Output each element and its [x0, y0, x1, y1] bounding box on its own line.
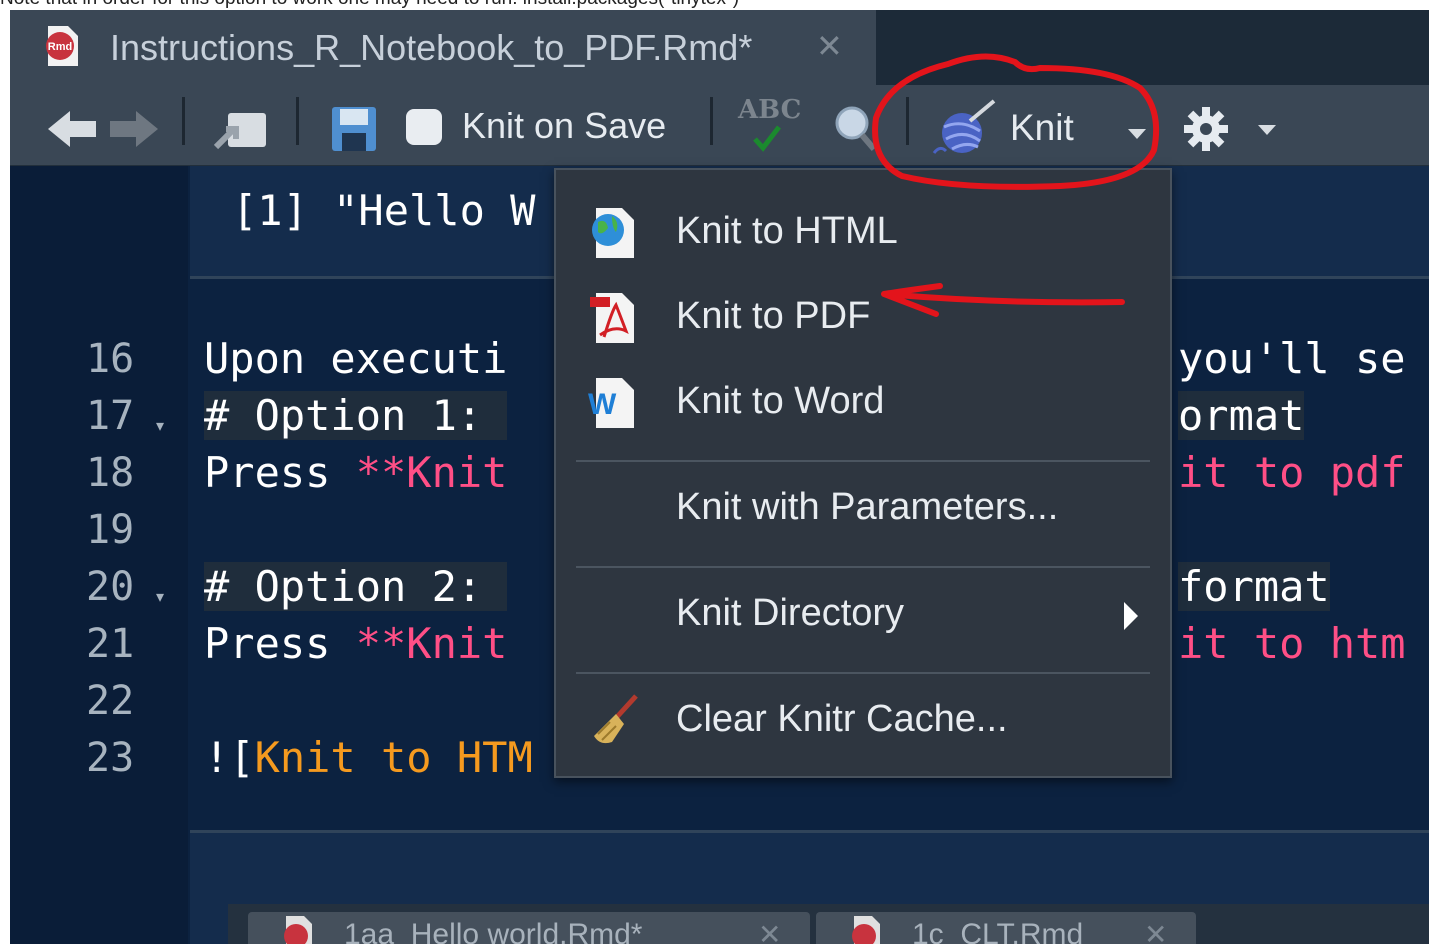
- tab-title: Instructions_R_Notebook_to_PDF.Rmd*: [110, 27, 753, 68]
- chevron-down-icon[interactable]: [1256, 123, 1278, 137]
- menu-item-label: Clear Knitr Cache...: [676, 698, 1008, 740]
- toolbar-separator: [710, 97, 713, 145]
- menu-item-label: Knit to PDF: [676, 295, 871, 337]
- editor-tabstrip: Rmd Instructions_R_Notebook_to_PDF.Rmd* …: [10, 10, 1429, 85]
- menu-separator: [576, 460, 1150, 462]
- line-number: 22: [86, 678, 135, 724]
- pdf-icon: [590, 293, 634, 343]
- chevron-down-icon[interactable]: [1126, 127, 1148, 141]
- broom-icon: [594, 694, 638, 744]
- rstudio-window: Rmd Instructions_R_Notebook_to_PDF.Rmd* …: [10, 10, 1429, 944]
- rmd-file-icon: Rmd: [46, 26, 78, 66]
- globe-icon: [592, 208, 634, 258]
- svg-text:W: W: [588, 388, 617, 421]
- find-replace-icon[interactable]: [834, 105, 878, 153]
- chevron-right-icon: [1124, 602, 1138, 630]
- line-number: 16: [86, 336, 135, 382]
- menu-separator: [576, 566, 1150, 568]
- code-line: Upon executi: [204, 334, 508, 383]
- menu-item-knit-to-html[interactable]: Knit to HTML: [556, 190, 1170, 274]
- code-line: Press **Knit: [204, 448, 507, 497]
- menu-item-clear-knitr-cache[interactable]: Clear Knitr Cache...: [556, 678, 1170, 762]
- checkmark-icon: [753, 125, 781, 152]
- line-number: 19: [86, 507, 135, 553]
- tab-label: 1c_CLT.Rmd: [912, 918, 1084, 944]
- code-token: ![: [204, 733, 255, 782]
- back-arrow-icon[interactable]: [44, 107, 100, 151]
- knit-label: Knit: [1010, 107, 1074, 148]
- svg-text:Rmd: Rmd: [48, 41, 72, 53]
- menu-item-label: Knit Directory: [676, 592, 905, 634]
- gear-icon[interactable]: [1182, 105, 1230, 153]
- menu-separator: [576, 672, 1150, 674]
- code-line: it to htm: [1178, 619, 1406, 668]
- code-line: ormat: [1178, 391, 1305, 440]
- code-token: Press: [204, 619, 356, 668]
- spellcheck-button[interactable]: ABC: [738, 95, 802, 155]
- menu-item-label: Knit to HTML: [676, 210, 898, 252]
- line-gutter: [10, 166, 188, 944]
- tab-label: 1aa_Hello world.Rmd*: [344, 918, 643, 944]
- show-in-window-icon[interactable]: [214, 105, 270, 153]
- line-number: 23: [86, 735, 135, 781]
- word-icon: W: [588, 378, 634, 428]
- bottom-tab-strip: 1aa_Hello world.Rmd* ✕ 1c_CLT.Rmd ✕: [228, 904, 1429, 944]
- menu-item-label: Knit with Parameters...: [676, 486, 1059, 528]
- code-line: it to pdf: [1178, 448, 1406, 497]
- tab-clt[interactable]: 1c_CLT.Rmd ✕: [816, 912, 1196, 944]
- line-number: 20: [86, 564, 135, 610]
- code-token: Knit to HTM: [254, 733, 533, 782]
- code-line: Press **Knit: [204, 619, 507, 668]
- code-line: # Option 1:: [204, 391, 508, 440]
- close-icon[interactable]: ✕: [816, 27, 843, 65]
- knit-on-save-checkbox[interactable]: [406, 109, 442, 145]
- menu-item-knit-directory[interactable]: Knit Directory: [556, 572, 1170, 656]
- line-number: 17: [86, 393, 135, 439]
- code-line: ![Knit to HTM: [204, 733, 533, 782]
- yarn-ball-icon: [932, 99, 996, 154]
- close-icon[interactable]: ✕: [1144, 918, 1167, 944]
- menu-item-label: Knit to Word: [676, 380, 885, 422]
- code-line: you'll se: [1178, 334, 1406, 383]
- fold-icon[interactable]: ▾: [156, 587, 172, 606]
- menu-item-knit-with-parameters[interactable]: Knit with Parameters...: [556, 466, 1170, 550]
- screenshot-caption: Note that in order for this option to wo…: [0, 0, 739, 10]
- chunk-output-text: [1] "Hello W: [232, 186, 536, 235]
- document-tab[interactable]: Rmd Instructions_R_Notebook_to_PDF.Rmd* …: [10, 10, 876, 85]
- save-icon[interactable]: [330, 105, 378, 153]
- line-number: 18: [86, 450, 135, 496]
- toolbar-separator: [906, 97, 909, 145]
- rmd-file-icon: [852, 916, 880, 944]
- line-number: 21: [86, 621, 135, 667]
- menu-item-knit-to-word[interactable]: W Knit to Word: [556, 360, 1170, 444]
- code-token: Press: [204, 448, 356, 497]
- fold-icon[interactable]: ▾: [156, 416, 172, 435]
- knit-button[interactable]: Knit: [930, 89, 1160, 163]
- toolbar-separator: [296, 97, 299, 145]
- toolbar-separator: [182, 97, 185, 145]
- code-line: # Option 2:: [204, 562, 508, 611]
- forward-arrow-icon[interactable]: [106, 107, 162, 151]
- code-line: format: [1178, 562, 1330, 611]
- code-token: **Knit: [355, 619, 508, 668]
- tab-hello-world[interactable]: 1aa_Hello world.Rmd* ✕: [248, 912, 810, 944]
- code-token: **Knit: [355, 448, 508, 497]
- menu-item-knit-to-pdf[interactable]: Knit to PDF: [556, 275, 1170, 359]
- knit-dropdown-menu: Knit to HTML Knit to PDF W Knit to Word …: [554, 168, 1172, 778]
- close-icon[interactable]: ✕: [758, 918, 781, 944]
- knit-on-save-label: Knit on Save: [462, 105, 667, 146]
- editor-toolbar: Knit on Save ABC Knit: [10, 85, 1429, 166]
- spellcheck-label: ABC: [738, 95, 802, 125]
- rmd-file-icon: [284, 916, 312, 944]
